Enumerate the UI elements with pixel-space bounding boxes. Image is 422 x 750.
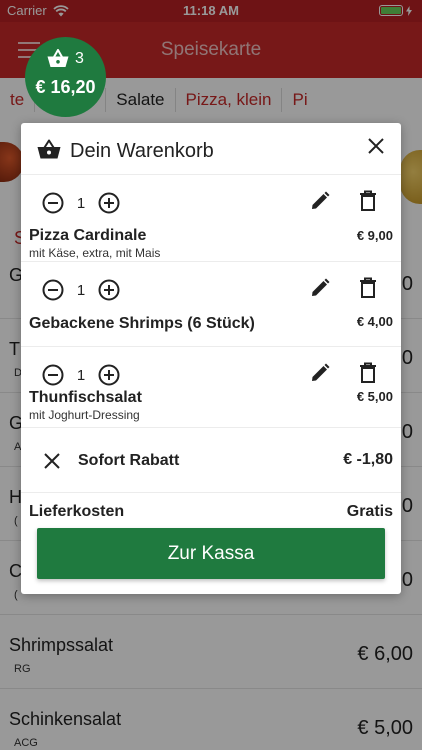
quantity-stepper: 1 xyxy=(42,364,120,386)
basket-icon xyxy=(47,49,69,67)
quantity-stepper: 1 xyxy=(42,192,120,214)
plus-circle-icon[interactable] xyxy=(98,364,120,386)
item-details: mit Käse, extra, mit Mais xyxy=(29,246,161,260)
minus-circle-icon[interactable] xyxy=(42,192,64,214)
discount-label: Sofort Rabatt xyxy=(78,452,180,469)
item-name: Pizza Cardinale xyxy=(29,227,147,244)
item-name: Thunfischsalat xyxy=(29,389,142,406)
quantity-value: 1 xyxy=(76,194,86,212)
close-icon[interactable] xyxy=(43,452,61,470)
basket-icon xyxy=(37,139,61,159)
trash-icon[interactable] xyxy=(359,190,377,212)
cart-item: 1 Thunfischsalat mit Joghurt-Dressing € … xyxy=(21,347,401,428)
cart-header: Dein Warenkorb xyxy=(21,123,401,175)
edit-icon[interactable] xyxy=(309,277,331,299)
basket-total: € 16,20 xyxy=(35,77,96,97)
cart-item: 1 Pizza Cardinale mit Käse, extra, mit M… xyxy=(21,175,401,262)
minus-circle-icon[interactable] xyxy=(42,279,64,301)
item-price: € 9,00 xyxy=(356,228,393,243)
close-icon[interactable] xyxy=(367,137,385,155)
trash-icon[interactable] xyxy=(359,277,377,299)
delivery-row: Lieferkosten Gratis xyxy=(21,501,401,525)
basket-badge[interactable]: 3 € 16,20 xyxy=(25,37,106,117)
item-name: Gebackene Shrimps (6 Stück) xyxy=(29,315,255,332)
cart-item: 1 Gebackene Shrimps (6 Stück) € 4,00 xyxy=(21,262,401,347)
item-details: mit Joghurt-Dressing xyxy=(29,408,140,422)
plus-circle-icon[interactable] xyxy=(98,279,120,301)
item-price: € 5,00 xyxy=(356,389,393,404)
discount-row: Sofort Rabatt € -1,80 xyxy=(21,428,401,493)
quantity-stepper: 1 xyxy=(42,279,120,301)
checkout-button[interactable]: Zur Kassa xyxy=(37,528,385,579)
delivery-label: Lieferkosten xyxy=(29,503,125,520)
trash-icon[interactable] xyxy=(359,362,377,384)
item-price: € 4,00 xyxy=(356,314,393,329)
quantity-value: 1 xyxy=(76,366,86,384)
plus-circle-icon[interactable] xyxy=(98,192,120,214)
edit-icon[interactable] xyxy=(309,362,331,384)
quantity-value: 1 xyxy=(76,281,86,299)
minus-circle-icon[interactable] xyxy=(42,364,64,386)
basket-count: 3 xyxy=(75,49,84,67)
delivery-value: Gratis xyxy=(346,503,393,520)
cart-title: Dein Warenkorb xyxy=(70,140,214,162)
discount-value: € -1,80 xyxy=(343,451,393,468)
edit-icon[interactable] xyxy=(309,190,331,212)
cart-modal: Dein Warenkorb 1 Pizza Cardinale mit Käs… xyxy=(21,123,401,594)
